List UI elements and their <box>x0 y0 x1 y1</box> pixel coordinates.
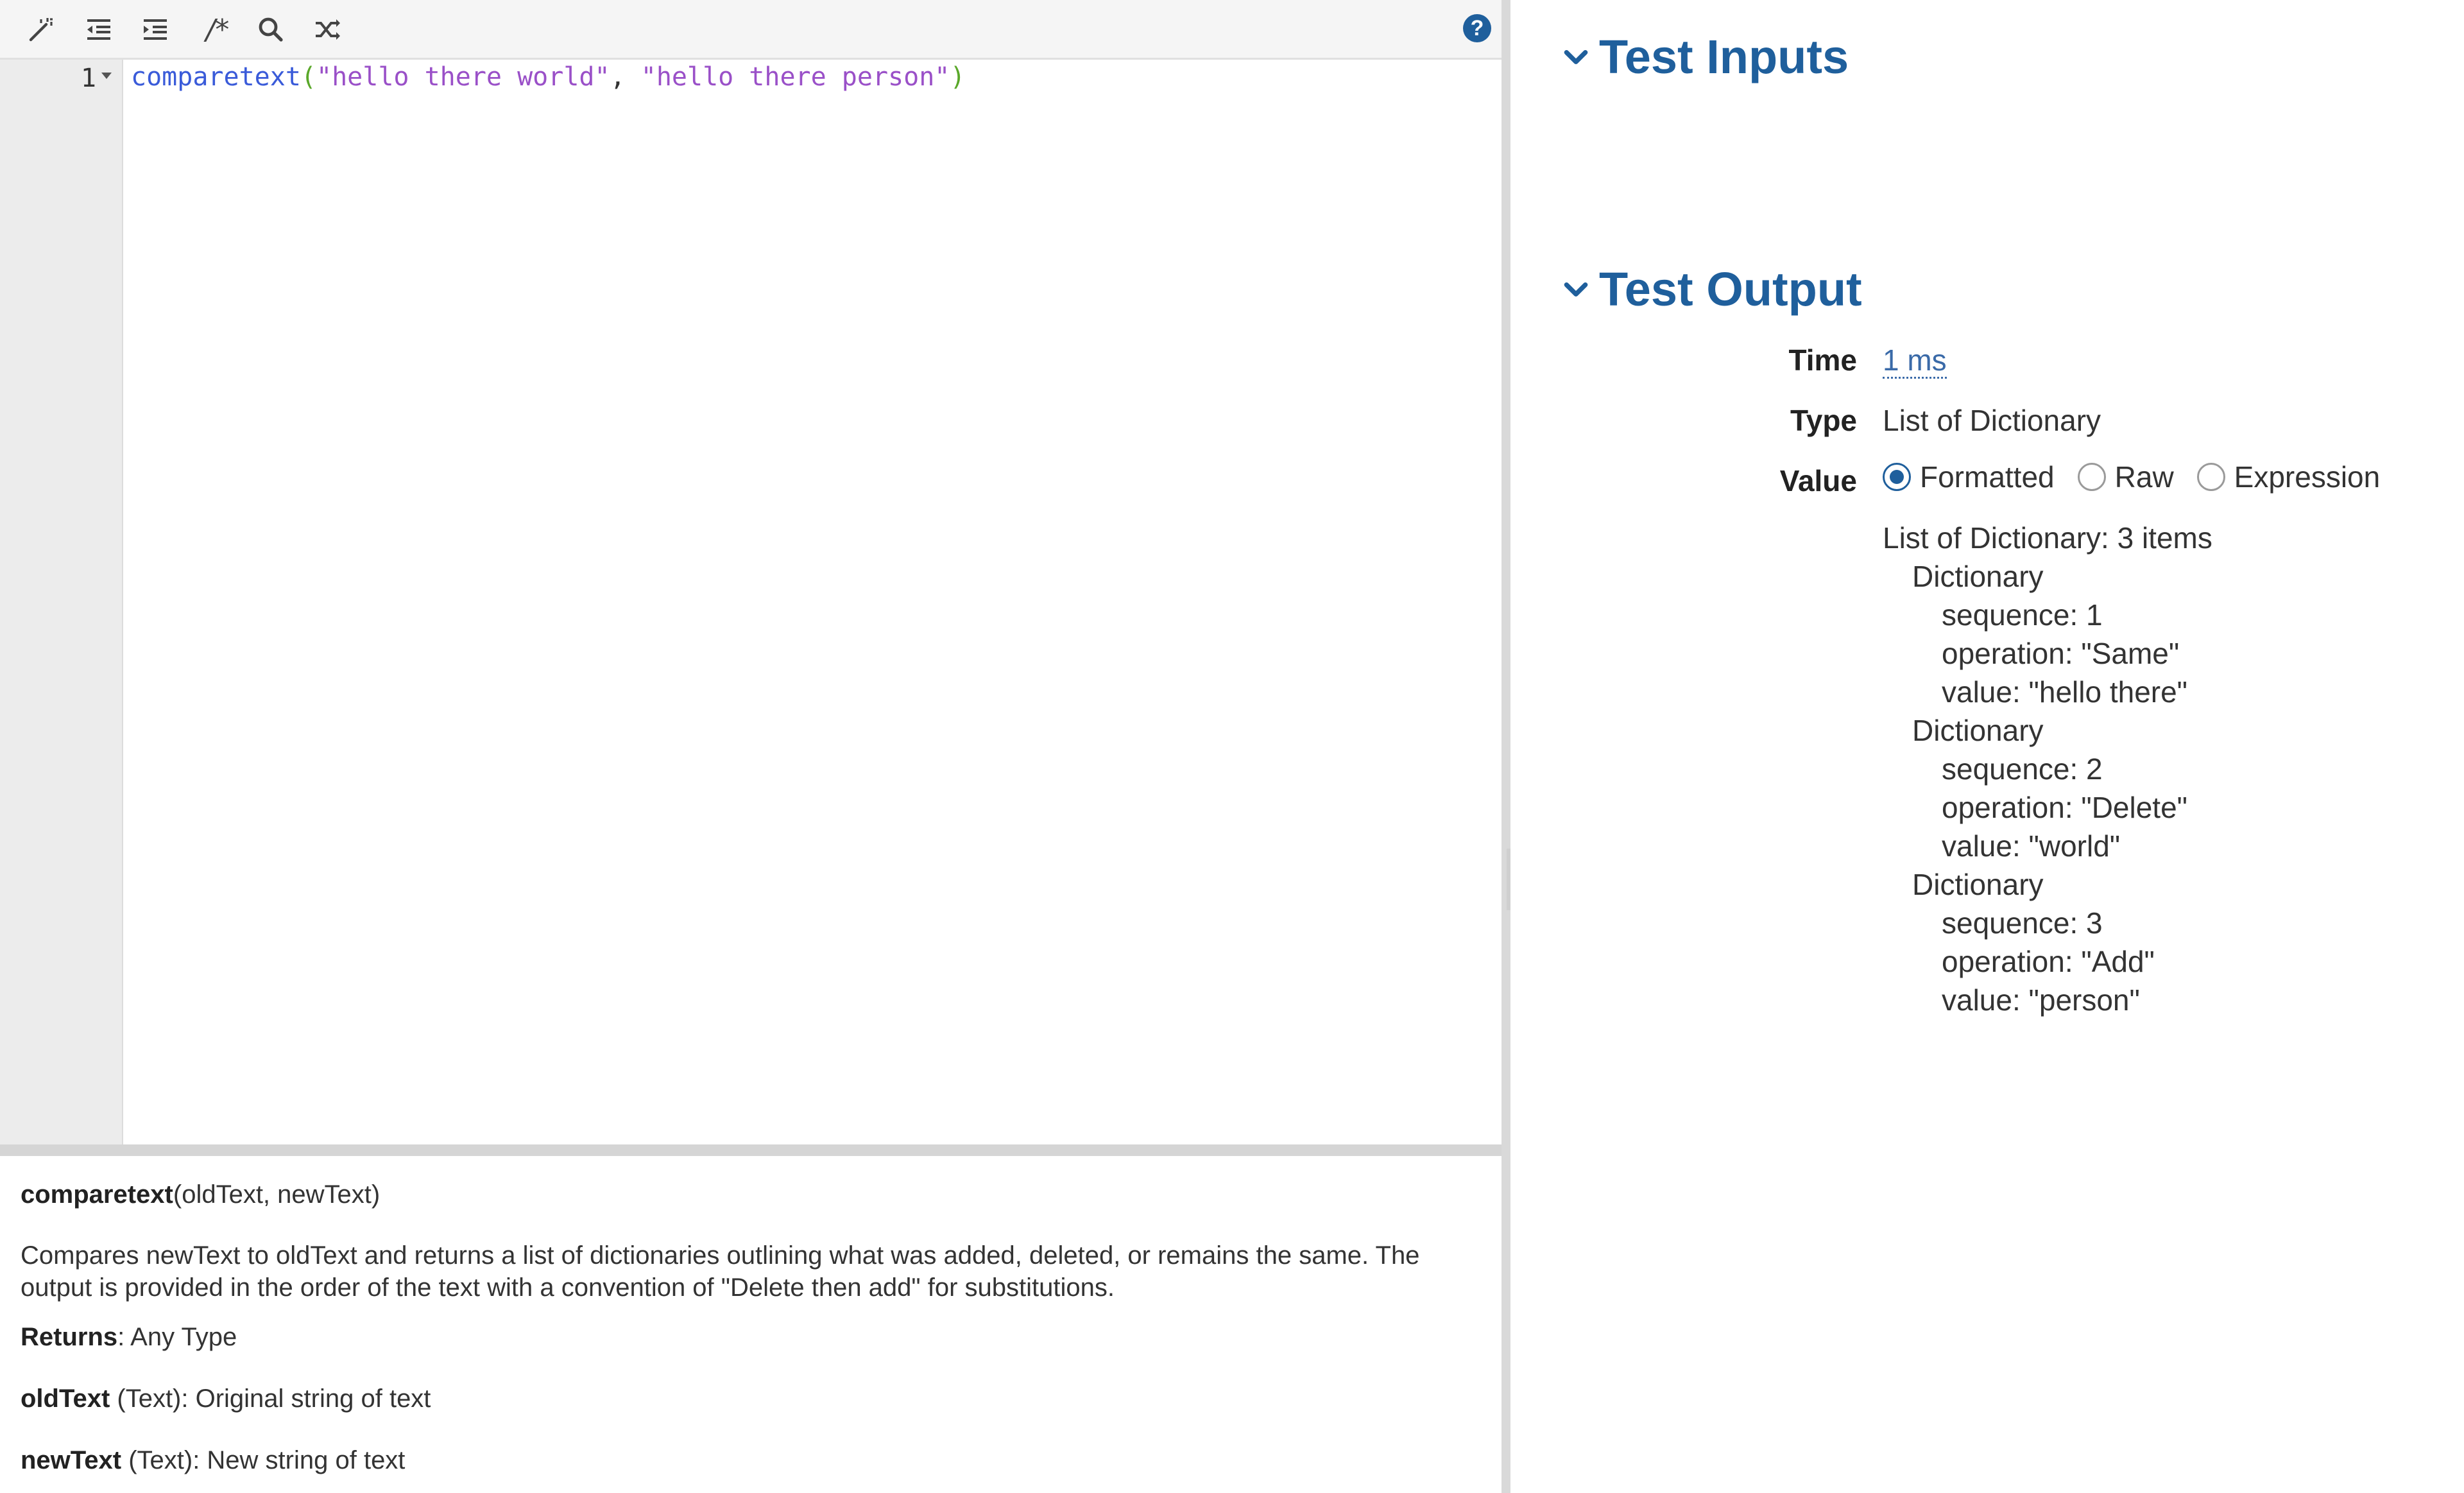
time-value-link[interactable]: 1 ms <box>1883 343 1947 379</box>
radio-expression[interactable]: Expression <box>2196 460 2381 494</box>
doc-returns-label: Returns <box>21 1323 118 1351</box>
radio-formatted-circle[interactable] <box>1883 463 1911 491</box>
comment-button[interactable]: /* <box>195 12 240 47</box>
doc-param-desc: (Text): New string of text <box>121 1446 406 1474</box>
outdent-button[interactable] <box>81 12 117 47</box>
radio-expression-circle[interactable] <box>2196 463 2225 491</box>
time-label: Time <box>1788 343 1857 377</box>
tree-entry: sequence: 3 <box>1942 906 2103 940</box>
value-label: Value <box>1779 464 1857 497</box>
code-string-1: "hello there world" <box>316 62 610 92</box>
test-inputs-title: Test Inputs <box>1599 30 1849 83</box>
help-icon: ? <box>1470 15 1484 40</box>
magic-wand-icon <box>29 18 53 42</box>
doc-returns: Returns: Any Type <box>21 1323 237 1352</box>
fold-arrow-icon[interactable] <box>101 73 112 79</box>
magic-wand-button[interactable] <box>23 12 59 47</box>
results-pane: Test Inputs Test Output Time 1 ms Type L… <box>1510 0 2464 1493</box>
code-paren-close: ) <box>950 62 966 92</box>
radio-expression-label: Expression <box>2234 460 2381 494</box>
doc-param-desc: (Text): Original string of text <box>110 1385 431 1413</box>
tree-entry: sequence: 1 <box>1942 598 2103 632</box>
chevron-down-icon <box>1564 49 1588 64</box>
line-gutter: 1 <box>0 60 123 1144</box>
radio-formatted-label: Formatted <box>1920 460 2055 494</box>
doc-param-name: newText <box>21 1446 122 1474</box>
tree-dictionary-header: Dictionary <box>1912 560 2044 593</box>
tree-dictionary-header: Dictionary <box>1912 868 2044 901</box>
tree-entry: value: "world" <box>1942 829 2121 863</box>
radio-raw-circle[interactable] <box>2077 463 2106 491</box>
indent-icon <box>144 19 167 40</box>
horizontal-splitter[interactable] <box>0 1144 1502 1156</box>
tree-dictionary-header: Dictionary <box>1912 714 2044 747</box>
shuffle-icon <box>316 19 340 40</box>
editor-toolbar: /* ? <box>0 0 1502 60</box>
doc-param: oldText (Text): Original string of text <box>21 1385 431 1413</box>
test-output-header[interactable]: Test Output <box>1562 262 1862 316</box>
test-output-title: Test Output <box>1599 263 1862 316</box>
editor-pane: /* ? 1 comparetext("hello there world", … <box>0 0 1510 1493</box>
tree-entry: operation: "Delete" <box>1942 791 2188 824</box>
indent-button[interactable] <box>137 12 173 47</box>
function-docs: comparetext(oldText, newText) Compares n… <box>0 1156 1502 1493</box>
code-function: comparetext <box>131 62 301 92</box>
tree-entry: value: "hello there" <box>1942 675 2188 709</box>
comment-icon: /* <box>205 13 230 46</box>
radio-raw[interactable]: Raw <box>2077 460 2174 494</box>
help-button[interactable]: ? <box>1463 14 1491 42</box>
output-tree: List of Dictionary: 3 items Dictionary s… <box>1883 519 2212 1019</box>
tree-entry: value: "person" <box>1942 983 2140 1017</box>
code-paren-open: ( <box>300 62 316 92</box>
doc-function-name: comparetext <box>21 1180 173 1209</box>
search-button[interactable] <box>253 12 289 47</box>
value-mode-radio-group: Formatted Raw Expression <box>1883 460 2403 494</box>
test-inputs-header[interactable]: Test Inputs <box>1562 30 1849 84</box>
tree-entry: sequence: 2 <box>1942 752 2103 786</box>
type-value: List of Dictionary <box>1883 404 2101 437</box>
doc-function-params: (oldText, newText) <box>173 1180 381 1209</box>
tree-entry: operation: "Same" <box>1942 637 2180 670</box>
tree-entry: operation: "Add" <box>1942 945 2155 978</box>
time-value: 1 ms <box>1883 343 1947 379</box>
doc-signature: comparetext(oldText, newText) <box>21 1180 380 1209</box>
radio-raw-label: Raw <box>2114 460 2174 494</box>
shuffle-button[interactable] <box>309 12 345 47</box>
code-line[interactable]: comparetext("hello there world", "hello … <box>131 62 965 92</box>
type-label: Type <box>1790 404 1857 437</box>
doc-description: Compares newText to oldText and returns … <box>21 1241 1420 1302</box>
doc-param: newText (Text): New string of text <box>21 1446 405 1475</box>
outdent-icon <box>87 19 110 40</box>
line-number: 1 <box>80 64 96 93</box>
radio-formatted[interactable]: Formatted <box>1883 460 2055 494</box>
code-comma: , <box>610 62 641 92</box>
search-icon <box>259 17 283 42</box>
code-string-2: "hello there person" <box>640 62 950 92</box>
doc-returns-value: : Any Type <box>117 1323 237 1351</box>
doc-param-name: oldText <box>21 1385 110 1413</box>
code-editor[interactable]: 1 comparetext("hello there world", "hell… <box>0 60 1502 1144</box>
tree-summary: List of Dictionary: 3 items <box>1883 521 2212 555</box>
chevron-down-icon <box>1564 282 1588 297</box>
